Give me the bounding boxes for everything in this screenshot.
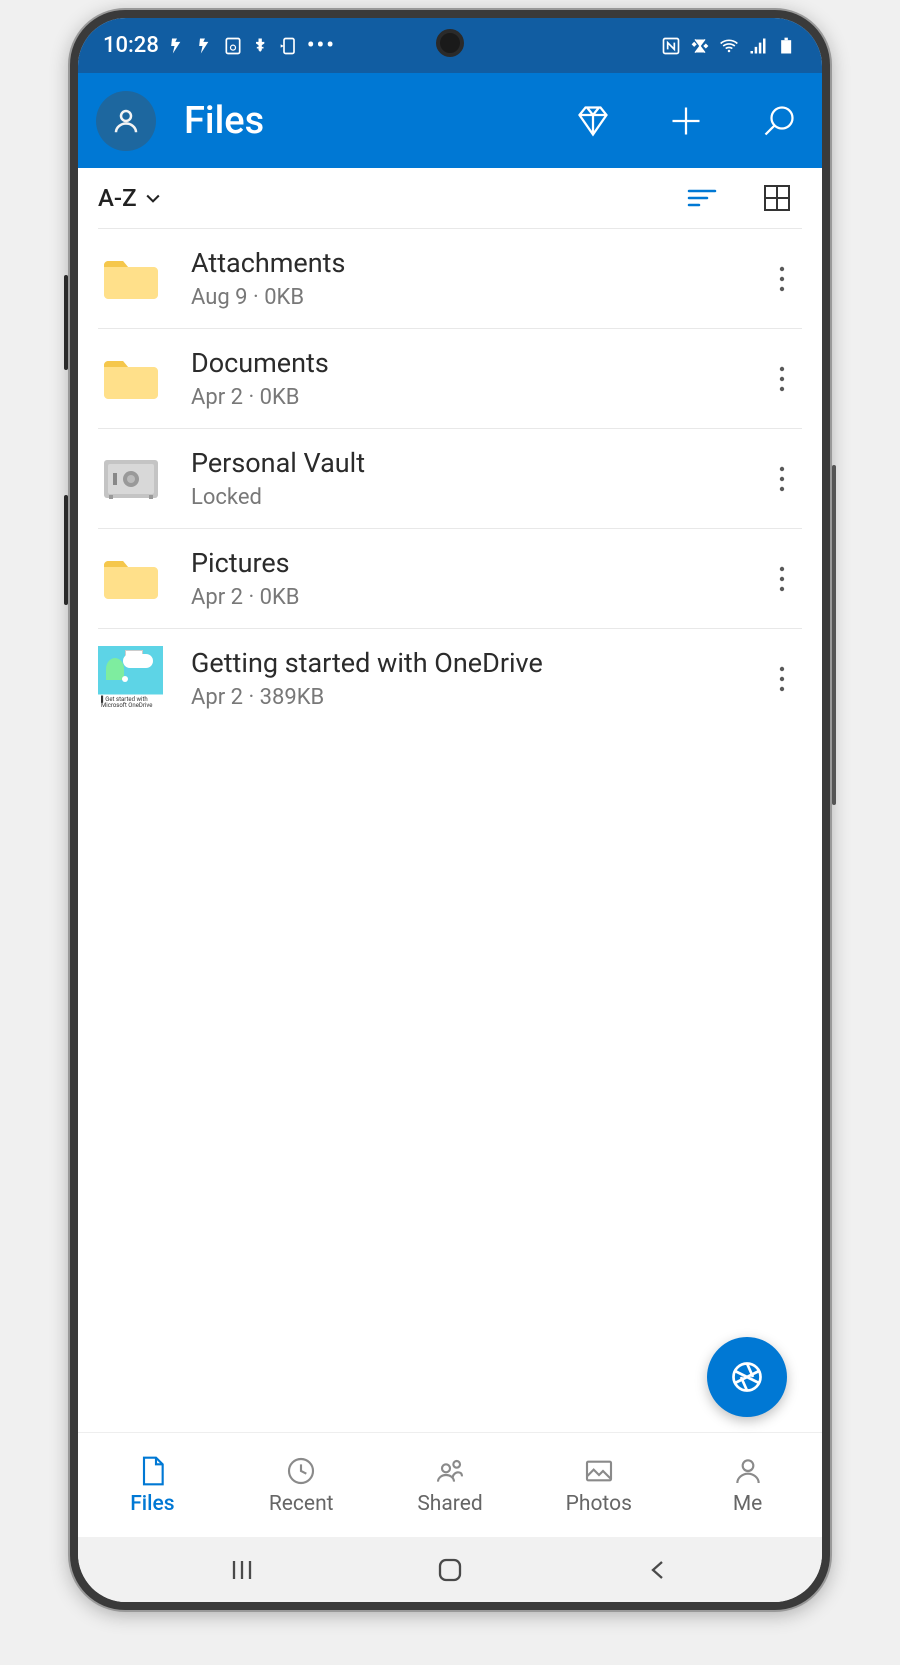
file-name: Personal Vault — [191, 447, 762, 479]
system-navigation — [78, 1537, 822, 1602]
nav-label: Photos — [566, 1492, 632, 1516]
sort-button[interactable]: A-Z — [98, 184, 163, 212]
file-meta: Apr 2 · 0KB — [191, 585, 762, 610]
file-meta: Apr 2 · 389KB — [191, 685, 762, 710]
status-usb-icon — [251, 36, 271, 56]
app-header: Files — [78, 73, 822, 168]
recent-apps-icon — [229, 1557, 255, 1583]
picture-icon — [583, 1455, 615, 1487]
more-options-button[interactable] — [762, 254, 802, 304]
more-options-button[interactable] — [762, 354, 802, 404]
bottom-navigation: Files Recent Shared Photos Me — [78, 1432, 822, 1537]
sort-label-text: A-Z — [98, 184, 137, 212]
nav-files[interactable]: Files — [78, 1433, 227, 1537]
list-item[interactable]: ▌Get started withMicrosoft OneDrive Gett… — [98, 629, 802, 728]
chevron-down-icon — [143, 188, 163, 208]
diamond-icon — [575, 103, 611, 139]
nfc-icon — [661, 36, 681, 56]
home-icon — [436, 1556, 464, 1584]
people-icon — [434, 1455, 466, 1487]
nav-label: Me — [733, 1492, 762, 1516]
nav-label: Files — [130, 1492, 174, 1516]
status-app-icon-2 — [195, 36, 215, 56]
folder-icon — [98, 251, 163, 306]
folder-icon — [98, 551, 163, 606]
more-vertical-icon — [779, 666, 785, 692]
more-options-button[interactable] — [762, 454, 802, 504]
vibrate-icon — [690, 36, 710, 56]
profile-button[interactable] — [96, 91, 156, 151]
search-icon — [761, 103, 797, 139]
file-meta: Aug 9 · 0KB — [191, 285, 762, 310]
nav-photos[interactable]: Photos — [524, 1433, 673, 1537]
vault-icon — [98, 451, 163, 506]
phone-camera — [436, 29, 464, 57]
nav-shared[interactable]: Shared — [376, 1433, 525, 1537]
filter-button[interactable] — [677, 173, 727, 223]
person-icon — [732, 1455, 764, 1487]
status-sync-icon — [279, 36, 299, 56]
file-name: Attachments — [191, 247, 762, 279]
filter-lines-icon — [687, 186, 717, 210]
file-meta: Locked — [191, 485, 762, 510]
wifi-icon — [719, 36, 739, 56]
plus-icon — [668, 103, 704, 139]
file-icon — [136, 1455, 168, 1487]
more-vertical-icon — [779, 566, 785, 592]
system-back-button[interactable] — [628, 1550, 688, 1590]
file-name: Pictures — [191, 547, 762, 579]
grid-view-button[interactable] — [752, 173, 802, 223]
status-app-icon-1 — [167, 36, 187, 56]
battery-icon — [777, 36, 797, 56]
back-icon — [646, 1558, 670, 1582]
status-time: 10:28 — [103, 33, 159, 58]
system-recent-button[interactable] — [212, 1550, 272, 1590]
file-thumbnail: ▌Get started withMicrosoft OneDrive — [98, 651, 163, 706]
search-button[interactable] — [754, 96, 804, 146]
file-list[interactable]: Attachments Aug 9 · 0KB Documents Apr 2 … — [78, 228, 822, 1432]
status-device-icon — [223, 36, 243, 56]
person-icon — [111, 106, 141, 136]
clock-icon — [285, 1455, 317, 1487]
list-item[interactable]: Documents Apr 2 · 0KB — [98, 329, 802, 429]
more-options-button[interactable] — [762, 654, 802, 704]
premium-button[interactable] — [568, 96, 618, 146]
more-vertical-icon — [779, 266, 785, 292]
file-name: Documents — [191, 347, 762, 379]
file-name: Getting started with OneDrive — [191, 647, 762, 679]
nav-me[interactable]: Me — [673, 1433, 822, 1537]
status-more-icon: ••• — [307, 33, 336, 58]
more-vertical-icon — [779, 366, 785, 392]
sort-bar: A-Z — [78, 168, 822, 228]
add-button[interactable] — [661, 96, 711, 146]
list-item[interactable]: Pictures Apr 2 · 0KB — [98, 529, 802, 629]
file-meta: Apr 2 · 0KB — [191, 385, 762, 410]
nav-label: Recent — [269, 1492, 334, 1516]
more-options-button[interactable] — [762, 554, 802, 604]
list-item[interactable]: Personal Vault Locked — [98, 429, 802, 529]
list-item[interactable]: Attachments Aug 9 · 0KB — [98, 228, 802, 329]
more-vertical-icon — [779, 466, 785, 492]
nav-recent[interactable]: Recent — [227, 1433, 376, 1537]
grid-icon — [763, 184, 791, 212]
nav-label: Shared — [417, 1492, 482, 1516]
camera-aperture-icon — [729, 1359, 765, 1395]
system-home-button[interactable] — [420, 1550, 480, 1590]
page-title: Files — [184, 99, 525, 143]
signal-icon — [748, 36, 768, 56]
folder-icon — [98, 351, 163, 406]
scan-fab-button[interactable] — [707, 1337, 787, 1417]
